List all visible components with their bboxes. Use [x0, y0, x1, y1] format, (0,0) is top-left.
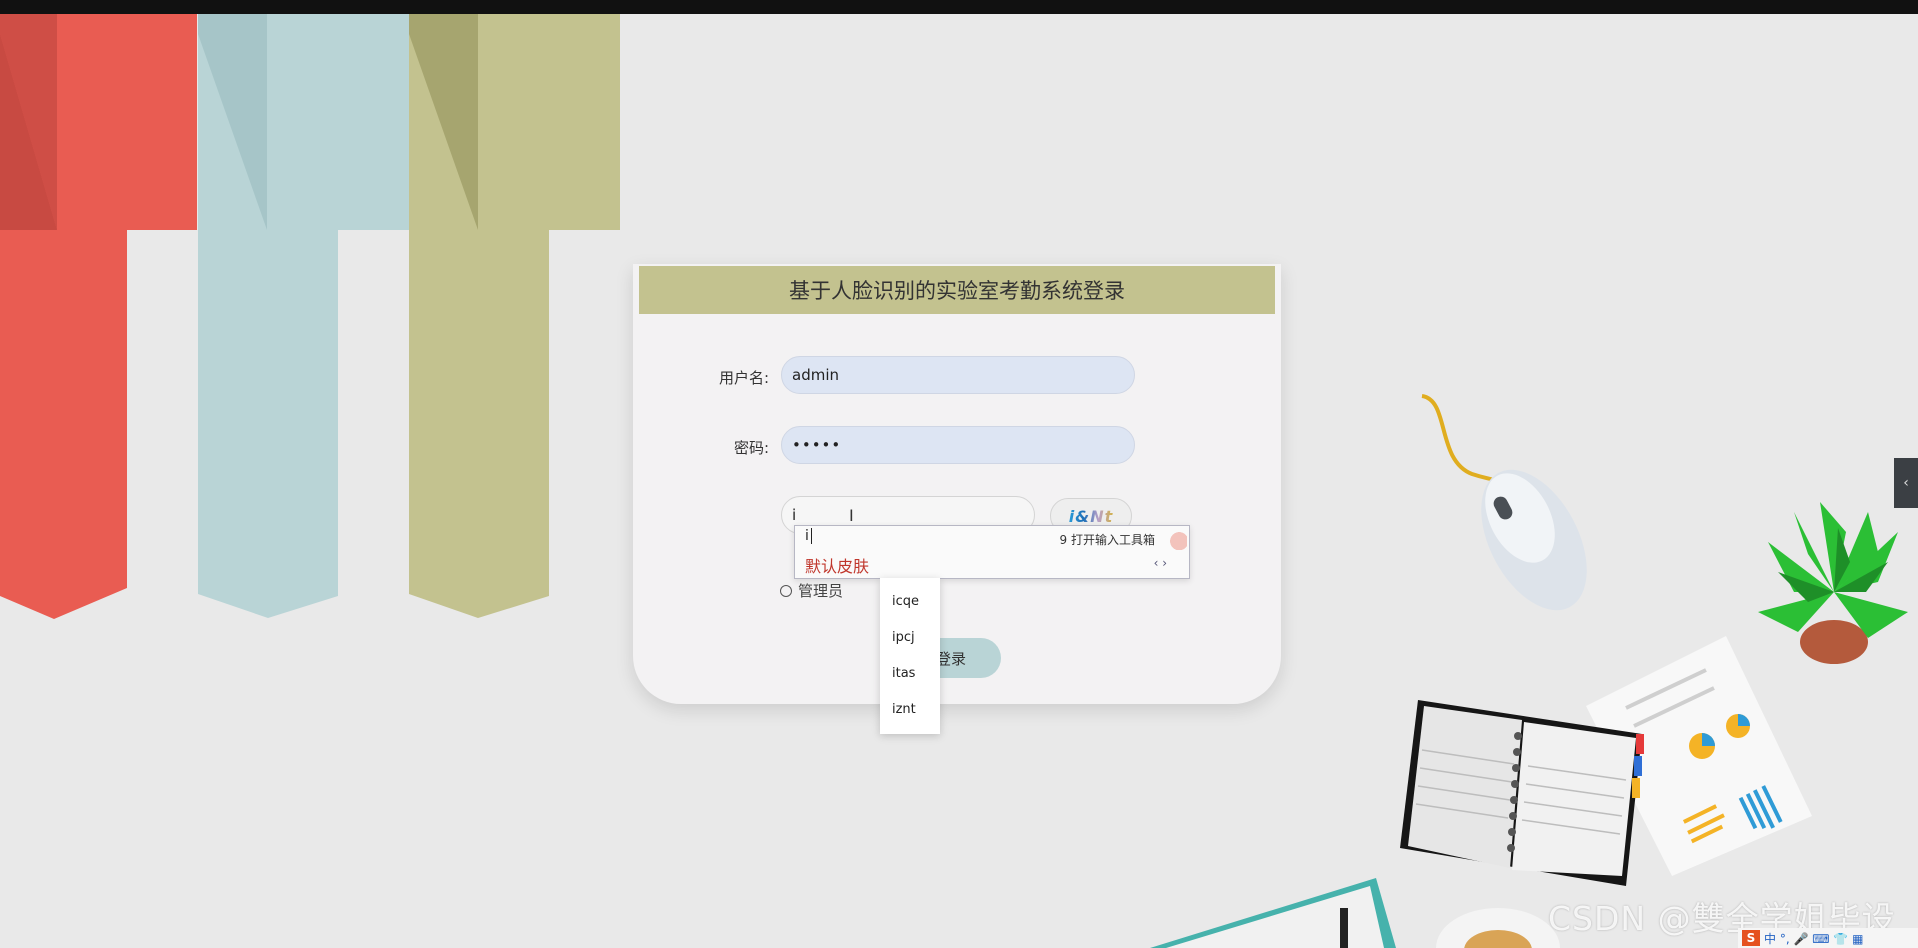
decorative-ribbons — [0, 14, 620, 619]
ribbon-olive-tail — [409, 230, 549, 618]
captcha-image-text: i&Nt — [1068, 506, 1114, 526]
sogou-logo-icon: S — [1742, 930, 1760, 946]
role-radio-admin[interactable]: 管理员 — [780, 580, 843, 601]
ime-page-arrows[interactable]: ‹ › — [1154, 556, 1167, 570]
ime-skin-icon — [1161, 528, 1187, 550]
autocomplete-item[interactable]: ipcj — [892, 630, 915, 645]
autocomplete-dropdown: icqe ipcj itas iznt — [880, 578, 940, 734]
ribbon-red-tail — [0, 230, 127, 619]
login-title: 基于人脸识别的实验室考勤系统登录 — [637, 264, 1277, 316]
chevron-left-icon: ‹ — [1903, 475, 1909, 491]
username-label: 用户名: — [718, 369, 769, 387]
password-input[interactable]: ••••• — [781, 426, 1135, 464]
autocomplete-item[interactable]: icqe — [892, 594, 919, 609]
role-label: 管理员 — [798, 582, 844, 600]
ime-toolbox-link[interactable]: 9 打开输入工具箱 — [1060, 531, 1155, 548]
autocomplete-item[interactable]: iznt — [892, 702, 916, 717]
username-input[interactable]: admin — [781, 356, 1135, 394]
text-cursor-icon: I — [849, 506, 854, 525]
ime-candidate[interactable]: 默认皮肤 — [805, 553, 869, 577]
ribbon-blue-tail — [198, 230, 338, 618]
autocomplete-item[interactable]: itas — [892, 666, 915, 681]
ime-status-tray[interactable]: S 中 °, 🎤 ⌨ 👕 ▦ — [1738, 928, 1918, 948]
ime-tray-icons: 中 °, 🎤 ⌨ 👕 ▦ — [1764, 931, 1864, 946]
password-label: 密码: — [733, 439, 769, 457]
radio-circle-icon[interactable] — [780, 584, 792, 597]
notebook-illustration — [1400, 700, 1644, 886]
login-card: 基于人脸识别的实验室考勤系统登录 用户名: admin 密码: ••••• i … — [633, 264, 1281, 704]
ime-candidate-window: i 9 打开输入工具箱 默认皮肤 ‹ › — [794, 525, 1190, 579]
mouse-illustration — [1421, 394, 1587, 611]
ime-composition: i — [805, 528, 812, 544]
browser-top-bar — [0, 0, 1918, 14]
desk-items-illustration — [1150, 878, 1560, 948]
side-collapse-tab[interactable]: ‹ — [1894, 458, 1918, 508]
